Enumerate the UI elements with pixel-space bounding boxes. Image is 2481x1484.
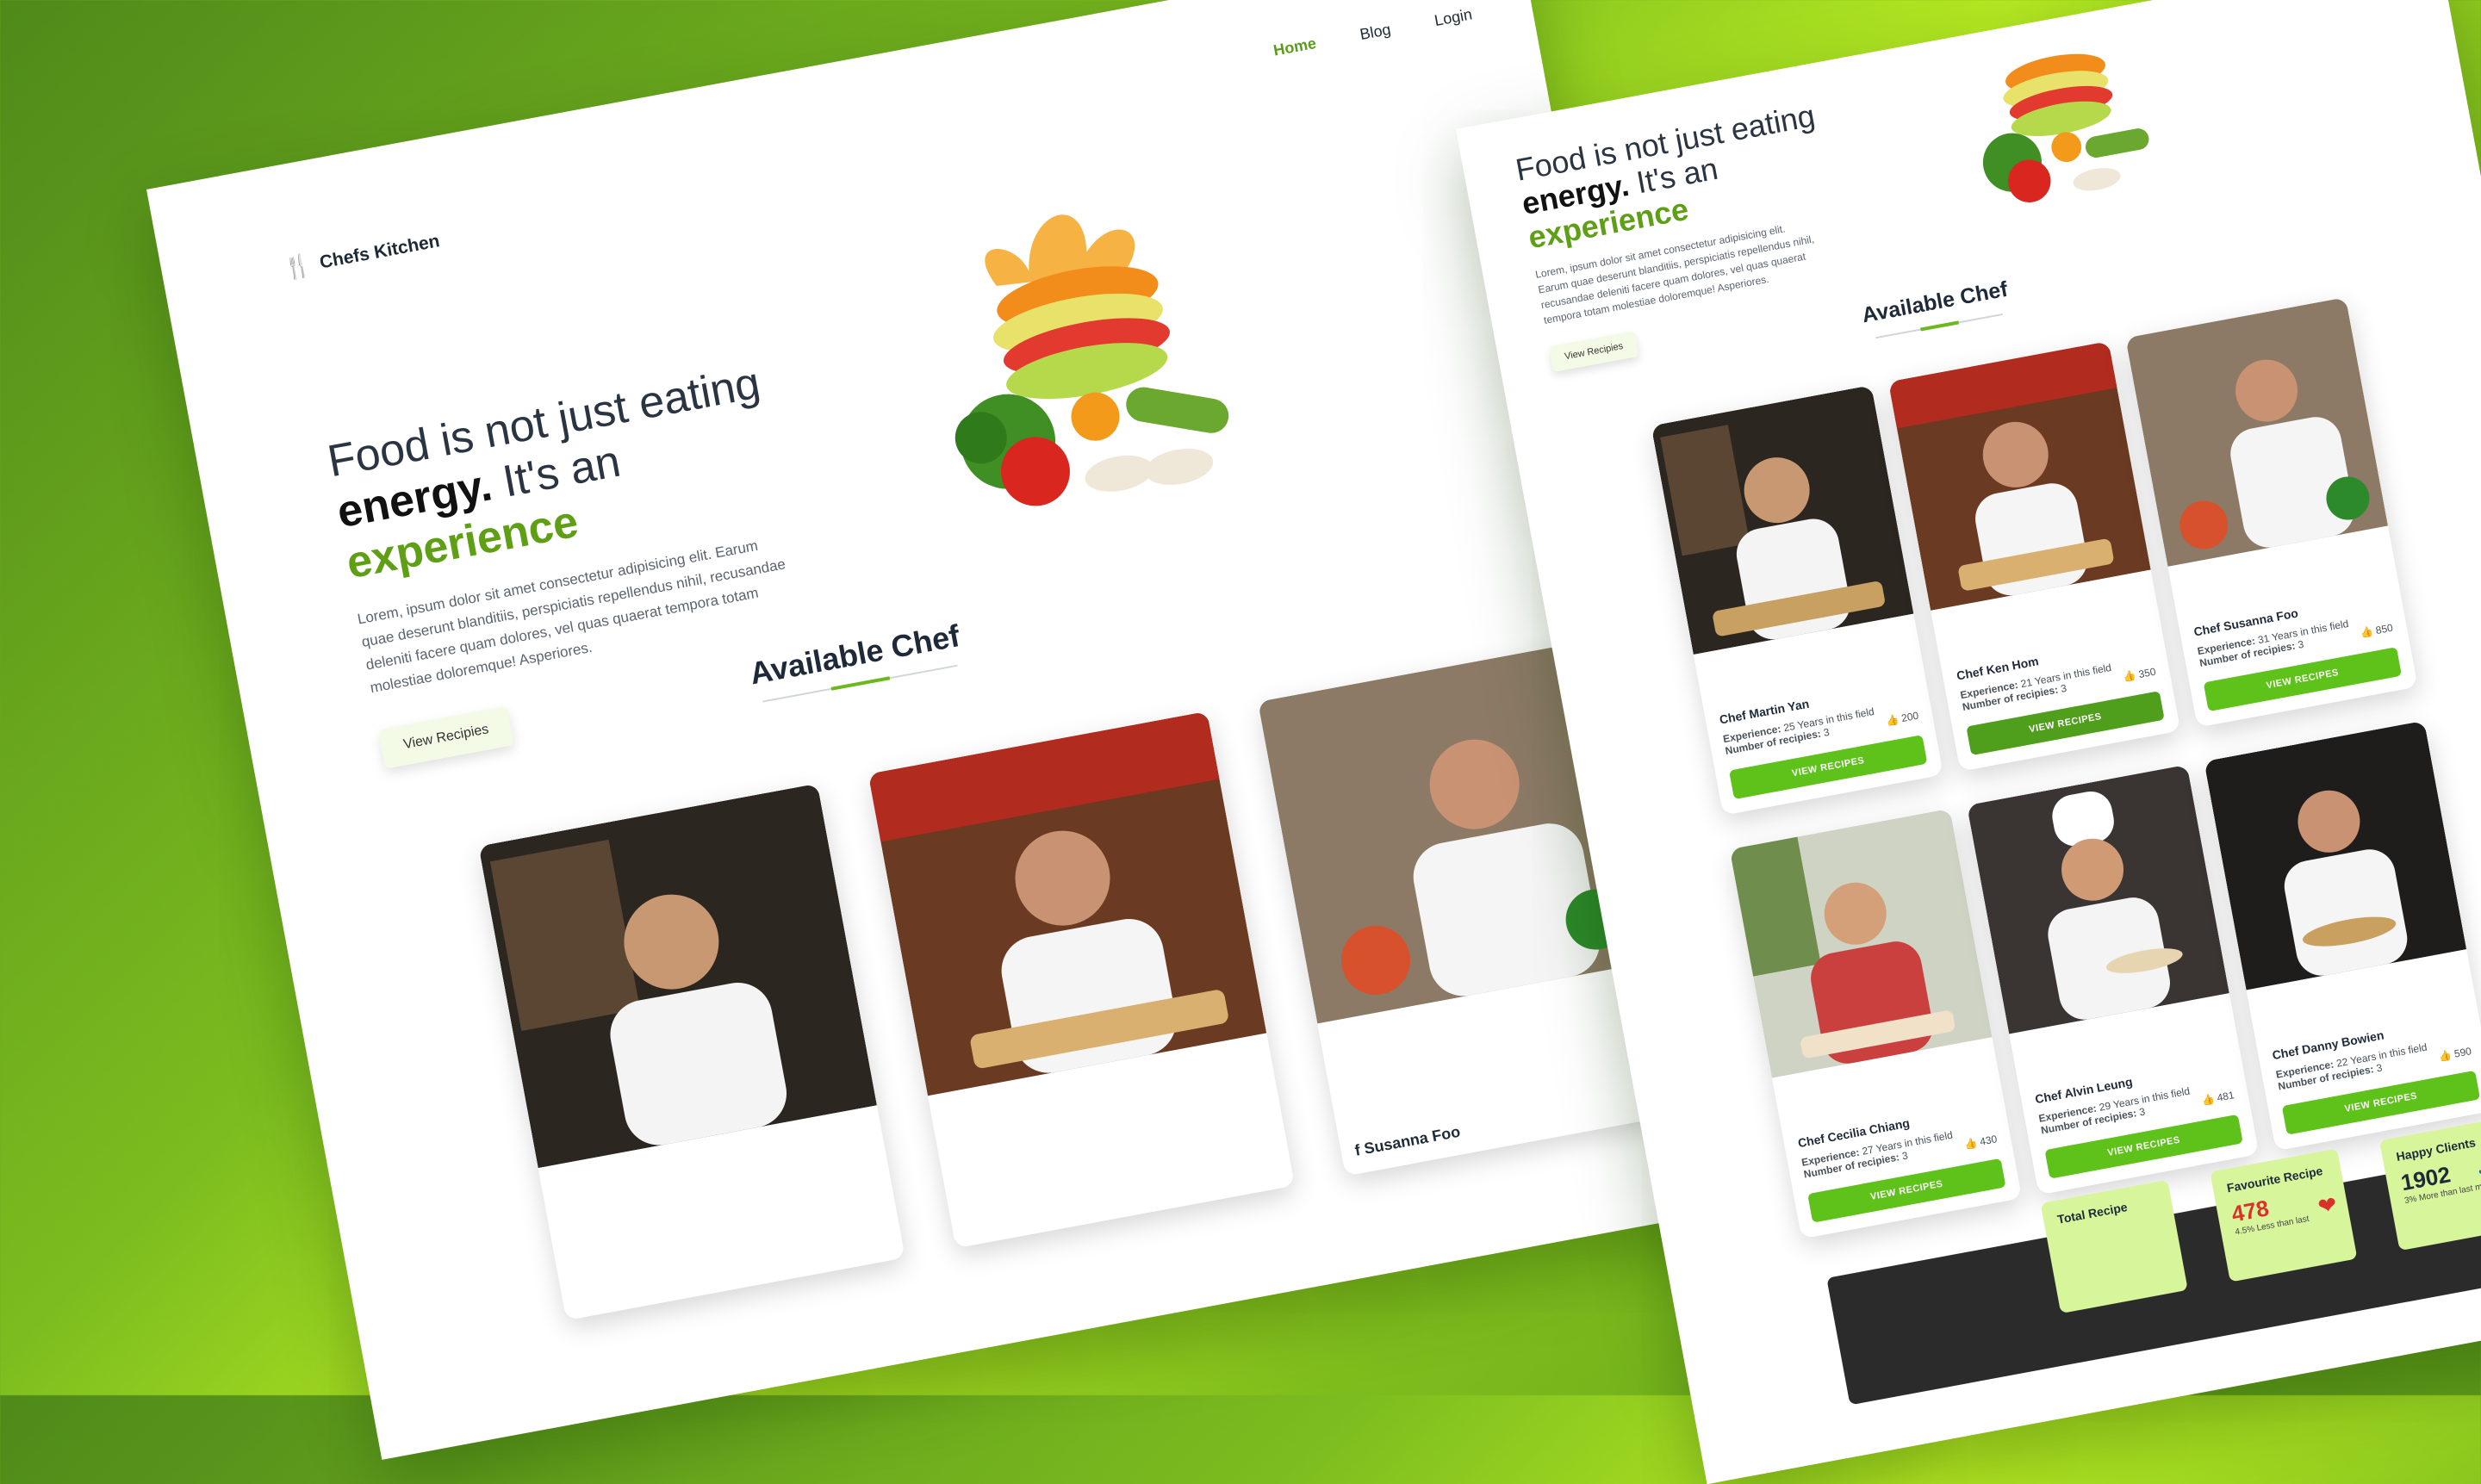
heart-icon: ❤ [2316, 1190, 2340, 1220]
chef-info: Chef Cecilia Chiang Experience: 27 Years… [1781, 1084, 2022, 1239]
thumbs-up-icon: 👍 [2122, 668, 2137, 684]
chef-card: Chef Cecilia Chiang Experience: 27 Years… [1729, 808, 2023, 1239]
fruit-splash-illustration [954, 214, 1229, 506]
chef-info: Chef Martin Yan Experience: 25 Years in … [1702, 661, 1943, 816]
nav-home[interactable]: Home [1272, 34, 1318, 60]
stat-card-happy-clients: Happy Clients 1902 3% More than last mon… [2378, 1116, 2481, 1251]
thumbs-up-icon: 👍 [2200, 1092, 2216, 1108]
view-recipes-button[interactable]: View Recipies [377, 705, 514, 769]
desktop-preview-right: Food is not just eating energy. It's an … [1456, 0, 2481, 1484]
brand-name: Chefs Kitchen [318, 230, 442, 273]
likes-value: 590 [2453, 1045, 2473, 1060]
recipes-value: 3 [2297, 637, 2305, 651]
chef-info: Chef Susanna Foo Experience: 31 Years in… [2177, 574, 2418, 728]
chef-photo [2125, 297, 2389, 567]
chef-photo [2204, 720, 2467, 990]
recipes-value: 3 [1822, 725, 1831, 739]
chef-photo [478, 783, 877, 1169]
chef-photo [1651, 385, 1914, 655]
recipes-value: 3 [2138, 1105, 2147, 1119]
chef-card: Chef Susanna Foo Experience: 31 Years in… [2125, 297, 2418, 728]
hero-section: Food is not just eating energy. It's an … [324, 349, 860, 769]
chef-card [867, 711, 1296, 1249]
likes-value: 200 [1900, 709, 1920, 725]
likes-value: 350 [2137, 665, 2157, 681]
thumbs-up-icon: 👍 [1963, 1136, 1979, 1152]
nav-blog[interactable]: Blog [1359, 21, 1392, 44]
main-nav: Home Blog Login [1272, 5, 1474, 59]
thumbs-up-icon: 👍 [1885, 712, 1900, 728]
chef-card: Chef Ken Hom Experience: 21 Years in thi… [1887, 341, 2181, 772]
chef-photo [1887, 341, 2151, 611]
view-recipes-button[interactable]: View Recipies [1548, 331, 1639, 373]
chef-info: Chef Ken Hom Experience: 21 Years in thi… [1939, 618, 2180, 772]
stat-card-favourite-recipe: Favourite Recipe 478 4.5% Less than last… [2210, 1148, 2358, 1282]
fork-knife-icon: 🍴 [281, 251, 314, 283]
stat-card-total-recipe: Total Recipe [2040, 1179, 2188, 1314]
chef-name: f Susanna Foo [1353, 1122, 1462, 1159]
recipes-value: 3 [2375, 1061, 2384, 1075]
thumbs-up-icon: 👍 [2359, 624, 2374, 640]
likes-value: 430 [1979, 1133, 1999, 1148]
recipes-value: 3 [1900, 1149, 1909, 1163]
recipes-value: 3 [2059, 681, 2068, 695]
chef-photo [1966, 764, 2229, 1034]
thumbs-up-icon: 👍 [2437, 1048, 2453, 1063]
nav-login[interactable]: Login [1433, 5, 1473, 30]
brand-logo[interactable]: 🍴 Chefs Kitchen [282, 227, 442, 283]
chef-card: Chef Alvin Leung Experience: 29 Years in… [1966, 764, 2260, 1195]
stat-label: Total Recipe [2055, 1200, 2129, 1226]
chef-photo [1729, 808, 1993, 1078]
chef-card [478, 783, 905, 1321]
chef-card: Chef Martin Yan Experience: 25 Years in … [1651, 385, 1944, 816]
likes-value: 481 [2216, 1089, 2235, 1104]
chef-photo [867, 711, 1267, 1096]
fruit-splash-illustration [1982, 53, 2149, 202]
hero-heading: Food is not just eating energy. It's an … [1513, 88, 1887, 255]
likes-value: 850 [2374, 621, 2394, 637]
